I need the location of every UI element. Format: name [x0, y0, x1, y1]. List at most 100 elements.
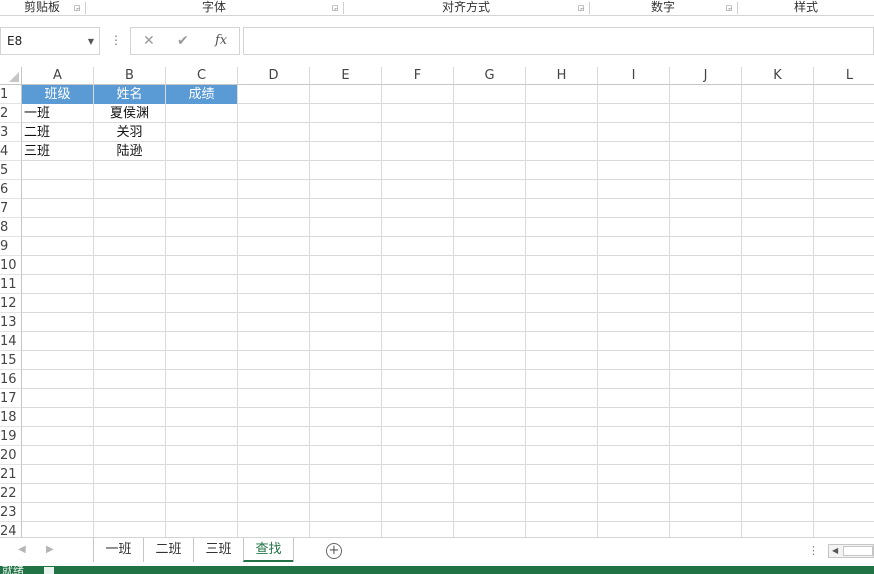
ribbon-group-alignment: 对齐方式 ◲: [344, 0, 588, 16]
dialog-launcher-icon[interactable]: ◲: [577, 4, 585, 12]
column-header[interactable]: F: [382, 67, 454, 85]
gridline: [309, 85, 310, 537]
row-header[interactable]: 6: [0, 180, 22, 199]
row-header[interactable]: 2: [0, 104, 22, 123]
formula-input[interactable]: [243, 27, 874, 55]
column-header[interactable]: C: [166, 67, 238, 85]
dialog-launcher-icon[interactable]: ◲: [73, 4, 81, 12]
tab-divider: [293, 538, 294, 562]
row-header[interactable]: 5: [0, 161, 22, 180]
gridline: [22, 426, 874, 427]
sheet-tab[interactable]: 二班: [143, 538, 193, 562]
ribbon-group-label: 剪贴板: [23, 0, 60, 14]
row-header[interactable]: 1: [0, 85, 22, 104]
next-sheet-icon[interactable]: ▶: [46, 544, 54, 555]
gridline: [22, 350, 874, 351]
gridline: [22, 179, 874, 180]
gridline: [381, 85, 382, 537]
row-header[interactable]: 24: [0, 522, 22, 537]
cell-B2[interactable]: 夏侯渊: [94, 104, 165, 123]
column-header[interactable]: L: [814, 67, 874, 85]
row-header[interactable]: 17: [0, 389, 22, 408]
add-sheet-icon[interactable]: +: [326, 543, 342, 559]
horizontal-scrollbar[interactable]: ◀: [828, 544, 874, 558]
gridline: [22, 255, 874, 256]
cell-A3[interactable]: 二班: [22, 123, 93, 142]
row-header[interactable]: 13: [0, 313, 22, 332]
row-header[interactable]: 4: [0, 142, 22, 161]
chevron-down-icon[interactable]: ▼: [88, 37, 94, 46]
row-header[interactable]: 11: [0, 275, 22, 294]
cell-B3[interactable]: 关羽: [94, 123, 165, 142]
gridline: [813, 85, 814, 537]
column-header[interactable]: J: [670, 67, 742, 85]
row-header[interactable]: 10: [0, 256, 22, 275]
row-header[interactable]: 18: [0, 408, 22, 427]
ribbon-group-label: 数字: [650, 0, 675, 14]
row-header[interactable]: 22: [0, 484, 22, 503]
scroll-left-icon[interactable]: ◀: [832, 546, 838, 555]
column-header[interactable]: A: [22, 67, 94, 85]
row-header[interactable]: 7: [0, 199, 22, 218]
gridline: [165, 85, 166, 537]
gridline: [22, 445, 874, 446]
more-options-icon[interactable]: ⋮: [110, 33, 122, 47]
status-text: 就绪: [2, 566, 24, 574]
ribbon-group-styles: 样式: [738, 0, 874, 16]
spreadsheet-grid[interactable]: ABCDEFGHIJKL 1 2 3 4 5 6 7 8 9 10 11 12 13 14 15 16 17 18…: [0, 67, 874, 537]
sheet-tab-active[interactable]: 查找: [243, 538, 293, 562]
gridline: [22, 369, 874, 370]
dialog-launcher-icon[interactable]: ◲: [725, 4, 733, 12]
column-header[interactable]: E: [310, 67, 382, 85]
row-header[interactable]: 15: [0, 351, 22, 370]
gridline: [22, 312, 874, 313]
gridline: [22, 217, 874, 218]
enter-check-icon[interactable]: ✔: [177, 33, 189, 49]
row-header[interactable]: 3: [0, 123, 22, 142]
gridline: [22, 293, 874, 294]
status-bar: 就绪: [0, 566, 874, 574]
macro-record-icon[interactable]: [44, 567, 54, 574]
cell-A4[interactable]: 三班: [22, 142, 93, 161]
gridline: [22, 407, 874, 408]
sheet-tab[interactable]: 三班: [193, 538, 243, 562]
cell-B4[interactable]: 陆逊: [94, 142, 165, 161]
gridline: [22, 464, 874, 465]
name-box-value: E8: [7, 34, 23, 48]
name-box[interactable]: E8 ▼: [0, 27, 100, 55]
dialog-launcher-icon[interactable]: ◲: [331, 4, 339, 12]
row-header[interactable]: 19: [0, 427, 22, 446]
insert-function-icon[interactable]: fx: [215, 33, 227, 48]
gridline: [22, 236, 874, 237]
gridline: [597, 85, 598, 537]
row-header[interactable]: 21: [0, 465, 22, 484]
gridline: [22, 274, 874, 275]
scrollbar-thumb[interactable]: [843, 546, 873, 556]
prev-sheet-icon[interactable]: ◀: [18, 544, 26, 555]
more-options-icon[interactable]: ⋮: [808, 544, 819, 557]
row-header[interactable]: 9: [0, 237, 22, 256]
column-header[interactable]: D: [238, 67, 310, 85]
cell-A2[interactable]: 一班: [22, 104, 93, 123]
cell-B1[interactable]: 姓名: [94, 85, 165, 104]
row-header[interactable]: 12: [0, 294, 22, 313]
cell-A1[interactable]: 班级: [22, 85, 93, 104]
row-header[interactable]: 23: [0, 503, 22, 522]
column-header[interactable]: B: [94, 67, 166, 85]
gridline: [453, 85, 454, 537]
ribbon-group-label: 字体: [201, 0, 226, 14]
select-all-corner[interactable]: [0, 67, 22, 85]
sheet-tab[interactable]: 一班: [93, 538, 143, 562]
column-header[interactable]: H: [526, 67, 598, 85]
gridline: [237, 85, 238, 537]
column-header[interactable]: G: [454, 67, 526, 85]
ribbon-group-number: 数字 ◲: [590, 0, 736, 16]
row-header[interactable]: 16: [0, 370, 22, 389]
cancel-icon[interactable]: ✕: [143, 33, 155, 49]
row-header[interactable]: 8: [0, 218, 22, 237]
column-header[interactable]: I: [598, 67, 670, 85]
column-header[interactable]: K: [742, 67, 814, 85]
row-header[interactable]: 20: [0, 446, 22, 465]
cell-C1[interactable]: 成绩: [166, 85, 237, 104]
row-header[interactable]: 14: [0, 332, 22, 351]
